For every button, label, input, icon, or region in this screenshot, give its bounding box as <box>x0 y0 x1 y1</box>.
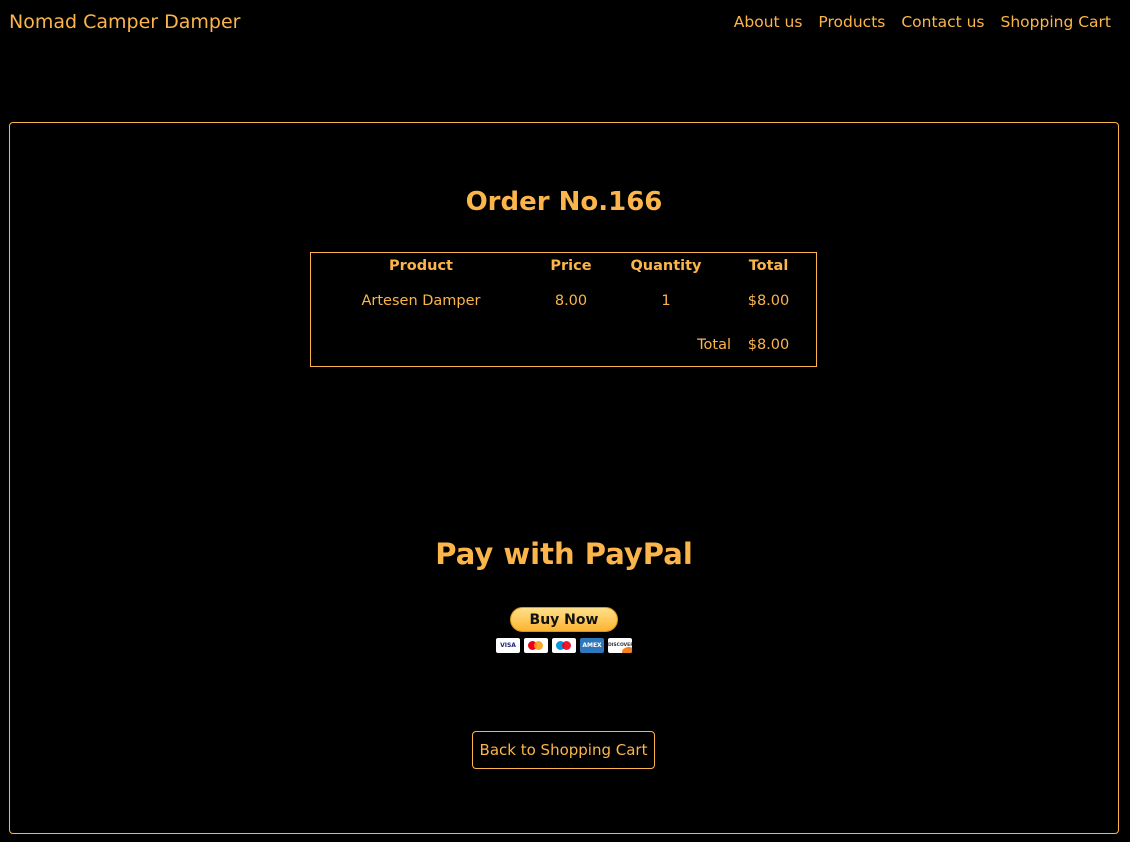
amex-card-icon: AMEX <box>580 638 604 653</box>
nav-links: About us Products Contact us Shopping Ca… <box>734 13 1111 31</box>
mastercard-card-icon <box>524 638 548 653</box>
row-quantity: 1 <box>661 293 671 309</box>
row-price: 8.00 <box>554 293 588 309</box>
order-card: Order No.166 Product Price Quantity Tota… <box>9 122 1119 834</box>
brand-link[interactable]: Nomad Camper Damper <box>9 11 240 33</box>
grand-total-label: Total <box>697 337 731 353</box>
paypal-title: Pay with PayPal <box>435 537 693 571</box>
nav-link-contact-us[interactable]: Contact us <box>901 13 984 31</box>
back-to-shopping-cart-button[interactable]: Back to Shopping Cart <box>472 731 655 769</box>
nav-link-about-us[interactable]: About us <box>734 13 803 31</box>
maestro-card-icon <box>552 638 576 653</box>
nav-link-products[interactable]: Products <box>818 13 885 31</box>
row-product: Artesen Damper <box>361 293 481 309</box>
column-header-quantity: Quantity <box>630 258 702 274</box>
order-table: Product Price Quantity Total Artesen Dam… <box>310 252 817 367</box>
column-header-product: Product <box>389 258 453 274</box>
visa-card-icon: VISA <box>496 638 520 653</box>
payment-card-logos: VISA AMEX DISCOVER <box>496 638 632 653</box>
grand-total-value: $8.00 <box>747 337 790 353</box>
paypal-buy-now-button[interactable]: Buy Now <box>510 607 618 632</box>
row-total: $8.00 <box>747 293 790 309</box>
column-header-price: Price <box>550 258 592 274</box>
nav-link-shopping-cart[interactable]: Shopping Cart <box>1001 13 1112 31</box>
column-header-total: Total <box>748 258 789 274</box>
order-title: Order No.166 <box>465 187 663 217</box>
discover-card-icon: DISCOVER <box>608 638 632 653</box>
navbar: Nomad Camper Damper About us Products Co… <box>0 0 1130 46</box>
